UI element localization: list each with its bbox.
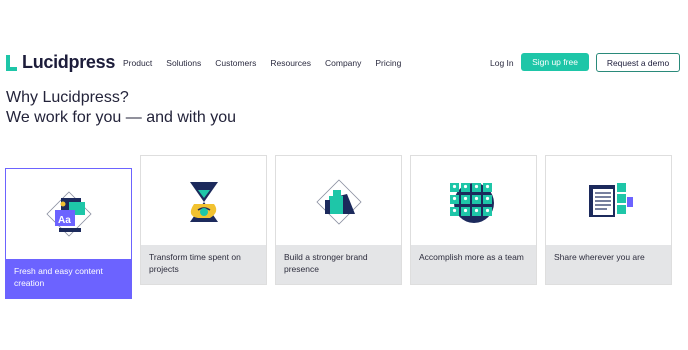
- card-caption: Share wherever you are: [546, 245, 671, 284]
- logo-text: Lucidpress: [22, 52, 116, 72]
- content-creation-icon: Aa: [45, 191, 92, 237]
- main-menu: Product Solutions Customers Resources Co…: [123, 58, 401, 68]
- menu-item-company[interactable]: Company: [325, 58, 361, 68]
- heading-line-2: We work for you — and with you: [6, 109, 237, 126]
- feature-card-content-creation[interactable]: Aa Fresh and easy content creation: [5, 168, 132, 299]
- menu-item-pricing[interactable]: Pricing: [375, 58, 401, 68]
- menu-item-solutions[interactable]: Solutions: [166, 58, 201, 68]
- card-caption: Fresh and easy content creation: [6, 259, 131, 298]
- feature-card-share[interactable]: Share wherever you are: [545, 155, 672, 285]
- hourglass-icon: [189, 181, 218, 222]
- svg-text:Aa: Aa: [58, 215, 71, 226]
- feature-card-time[interactable]: Transform time spent on projects: [140, 155, 267, 285]
- card-caption: Build a stronger brand presence: [276, 245, 401, 284]
- top-navigation: Lucidpress Product Solutions Customers R…: [0, 0, 688, 90]
- team-grid-icon: [449, 182, 494, 223]
- card-caption: Transform time spent on projects: [141, 245, 266, 284]
- menu-item-resources[interactable]: Resources: [270, 58, 311, 68]
- signup-button[interactable]: Sign up free: [521, 53, 589, 71]
- request-demo-button[interactable]: Request a demo: [596, 53, 680, 72]
- logo-mark-icon: [6, 54, 17, 71]
- lucidpress-logo[interactable]: Lucidpress: [6, 52, 115, 73]
- heading-line-1: Why Lucidpress?: [6, 89, 129, 106]
- thumbs-up-icon: [315, 178, 362, 225]
- feature-card-team[interactable]: Accomplish more as a team: [410, 155, 537, 285]
- feature-card-brand[interactable]: Build a stronger brand presence: [275, 155, 402, 285]
- menu-item-product[interactable]: Product: [123, 58, 152, 68]
- card-caption: Accomplish more as a team: [411, 245, 536, 284]
- login-link[interactable]: Log In: [490, 58, 514, 68]
- feature-cards: Aa Fresh and easy content creation Trans…: [5, 155, 672, 299]
- menu-item-customers[interactable]: Customers: [215, 58, 256, 68]
- page-heading: Why Lucidpress? We work for you — and wi…: [6, 88, 236, 128]
- share-document-icon: [588, 182, 633, 217]
